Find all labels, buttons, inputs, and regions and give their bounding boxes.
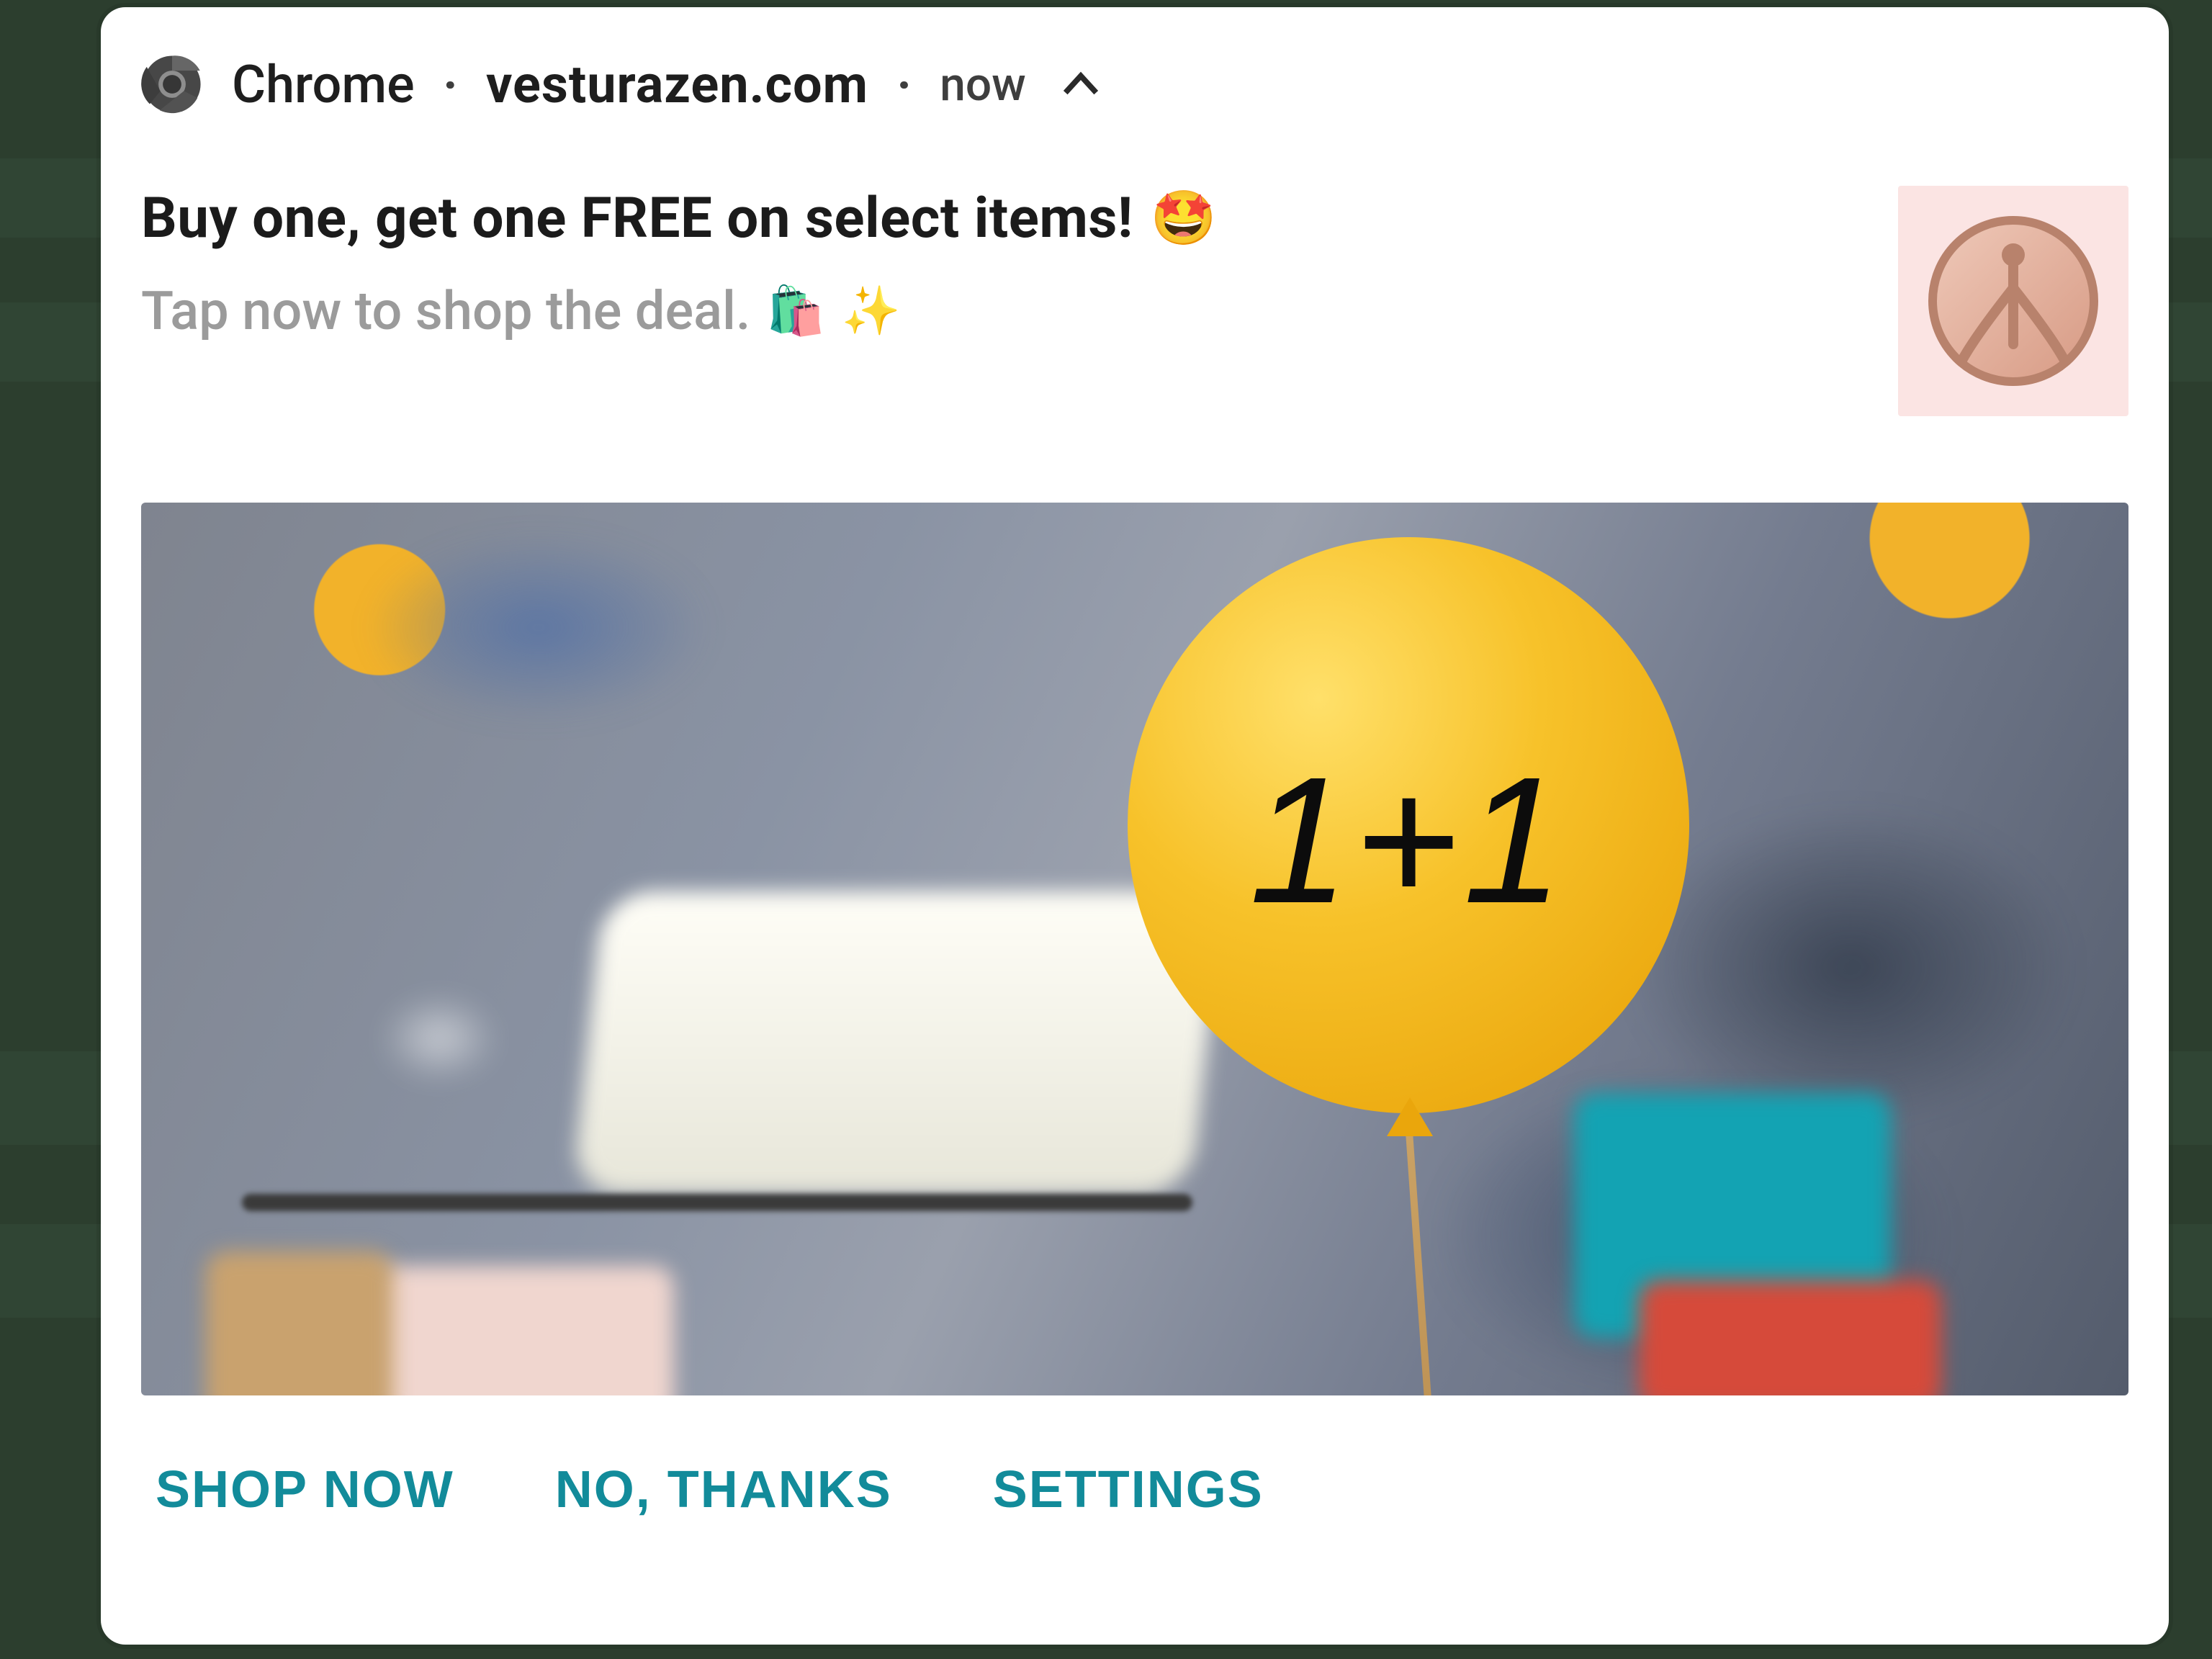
notification-subtitle: Tap now to shop the deal. [141,280,750,343]
notification-title: Buy one, get one FREE on select items! [141,186,1133,251]
collapse-chevron-icon[interactable] [1055,58,1107,110]
star-struck-emoji-icon: 🤩 [1151,192,1217,246]
notification-content: Buy one, get one FREE on select items! 🤩… [124,186,2146,416]
notification-card[interactable]: Chrome · vesturazen.com · now Buy one, g… [101,7,2169,1645]
notification-header: Chrome · vesturazen.com · now [124,53,2146,115]
shopping-bags-emoji-icon: 🛍️ [766,284,825,339]
separator-dot: · [897,59,911,110]
notification-time: now [940,58,1025,112]
notification-hero-image: 1+1 [141,503,2128,1395]
brand-thumbnail [1898,186,2128,416]
settings-button[interactable]: SETTINGS [993,1460,1264,1519]
store-backdrop [141,503,2128,1395]
shop-now-button[interactable]: SHOP NOW [156,1460,454,1519]
sparkles-emoji-icon: ✨ [842,284,901,339]
app-name: Chrome [232,54,415,115]
no-thanks-button[interactable]: NO, THANKS [555,1460,892,1519]
chrome-icon [141,53,203,115]
separator-dot: · [444,59,457,110]
site-domain: vesturazen.com [486,54,868,115]
notification-actions: SHOP NOW NO, THANKS SETTINGS [124,1460,2146,1519]
